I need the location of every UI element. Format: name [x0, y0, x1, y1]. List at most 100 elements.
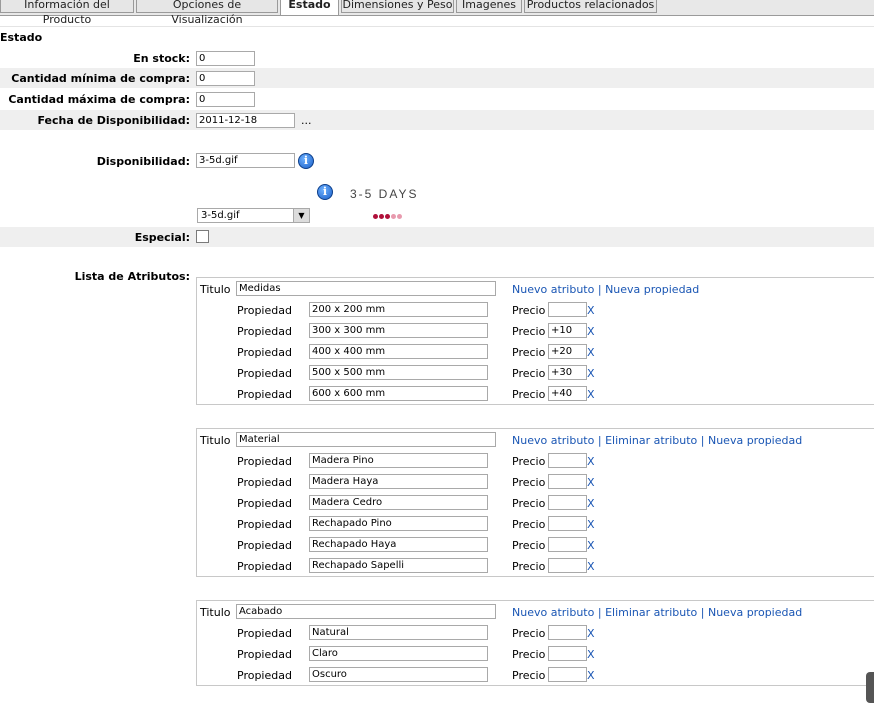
min-purchase-input[interactable]: 0	[196, 71, 255, 86]
delete-property-link[interactable]: X	[587, 627, 595, 640]
property-price-input[interactable]	[548, 558, 587, 573]
delete-attribute-link[interactable]: Eliminar atributo	[605, 434, 697, 447]
delete-property-link[interactable]: X	[587, 497, 595, 510]
delete-property-link[interactable]: X	[587, 648, 595, 661]
availability-select-value: 3-5d.gif	[201, 210, 240, 221]
property-price-input[interactable]: +40	[548, 386, 587, 401]
info-icon[interactable]: i	[298, 153, 314, 169]
tab-opciones-visualizacion[interactable]: Opciones de Visualización	[136, 0, 278, 26]
property-name-input[interactable]: Claro	[309, 646, 488, 661]
delete-property-link[interactable]: X	[587, 539, 595, 552]
attribute-links: Nuevo atributo | Eliminar atributo | Nue…	[512, 606, 802, 619]
attribute-title-label: Titulo	[200, 606, 231, 619]
property-name-input[interactable]: Rechapado Sapelli	[309, 558, 488, 573]
property-name-input[interactable]: 600 x 600 mm	[309, 386, 488, 401]
tab-productos-relacionados[interactable]: Productos relacionados	[524, 0, 657, 13]
delete-property-link[interactable]: X	[587, 476, 595, 489]
property-price-input[interactable]	[548, 625, 587, 640]
price-label: Precio	[512, 476, 546, 489]
property-price-input[interactable]	[548, 516, 587, 531]
property-name-input[interactable]: 200 x 200 mm	[309, 302, 488, 317]
new-attribute-link[interactable]: Nuevo atributo	[512, 283, 594, 296]
delete-property-link[interactable]: X	[587, 669, 595, 682]
delete-property-link[interactable]: X	[587, 325, 595, 338]
attribute-title-label: Titulo	[200, 434, 231, 447]
new-attribute-link[interactable]: Nuevo atributo	[512, 434, 594, 447]
delete-property-link[interactable]: X	[587, 346, 595, 359]
tab-estado[interactable]: Estado	[280, 0, 339, 15]
attribute-links: Nuevo atributo | Eliminar atributo | Nue…	[512, 434, 802, 447]
availability-select[interactable]: 3-5d.gif ▼	[197, 208, 310, 223]
delete-attribute-link[interactable]: Eliminar atributo	[605, 606, 697, 619]
property-price-input[interactable]	[548, 667, 587, 682]
property-label: Propiedad	[237, 539, 292, 552]
date-picker-button[interactable]: ...	[301, 114, 312, 127]
separator: |	[597, 606, 602, 619]
price-label: Precio	[512, 325, 546, 338]
availability-input[interactable]: 3-5d.gif	[196, 153, 295, 168]
property-price-input[interactable]	[548, 495, 587, 510]
delete-property-link[interactable]: X	[587, 367, 595, 380]
delete-property-link[interactable]: X	[587, 455, 595, 468]
property-name-input[interactable]: Madera Haya	[309, 474, 488, 489]
property-name-input[interactable]: Natural	[309, 625, 488, 640]
property-name-input[interactable]: 500 x 500 mm	[309, 365, 488, 380]
special-checkbox[interactable]	[196, 230, 209, 243]
delete-property-link[interactable]: X	[587, 304, 595, 317]
availability-date-label: Fecha de Disponibilidad:	[37, 114, 190, 127]
tab-imagenes[interactable]: Imagenes	[456, 0, 522, 13]
availability-date-input[interactable]: 2011-12-18	[196, 113, 295, 128]
property-label: Propiedad	[237, 304, 292, 317]
property-price-input[interactable]: +10	[548, 323, 587, 338]
property-name-input[interactable]: Rechapado Pino	[309, 516, 488, 531]
property-name-input[interactable]: Madera Cedro	[309, 495, 488, 510]
delete-property-link[interactable]: X	[587, 388, 595, 401]
attribute-title-input[interactable]: Material	[236, 432, 496, 447]
dot-icon	[373, 214, 378, 219]
price-label: Precio	[512, 518, 546, 531]
price-label: Precio	[512, 455, 546, 468]
price-label: Precio	[512, 669, 546, 682]
property-price-input[interactable]	[548, 537, 587, 552]
max-purchase-input[interactable]: 0	[196, 92, 255, 107]
property-price-input[interactable]: +20	[548, 344, 587, 359]
attribute-title-input[interactable]: Medidas	[236, 281, 496, 296]
property-price-input[interactable]	[548, 646, 587, 661]
new-property-link[interactable]: Nueva propiedad	[605, 283, 699, 296]
availability-preview-text: 3-5 DAYS	[350, 187, 419, 201]
property-label: Propiedad	[237, 325, 292, 338]
separator: |	[597, 283, 602, 296]
property-price-input[interactable]	[548, 474, 587, 489]
property-name-input[interactable]: Oscuro	[309, 667, 488, 682]
property-price-input[interactable]	[548, 453, 587, 468]
stock-input[interactable]: 0	[196, 51, 255, 66]
scrollbar-thumb[interactable]	[866, 672, 874, 703]
new-property-link[interactable]: Nueva propiedad	[708, 606, 802, 619]
price-label: Precio	[512, 388, 546, 401]
property-name-input[interactable]: Rechapado Haya	[309, 537, 488, 552]
tab-bar: Información del Producto Opciones de Vis…	[0, 0, 874, 26]
availability-label: Disponibilidad:	[96, 155, 190, 168]
max-purchase-label: Cantidad máxima de compra:	[8, 93, 190, 106]
property-label: Propiedad	[237, 388, 292, 401]
attribute-title-input[interactable]: Acabado	[236, 604, 496, 619]
tab-informacion-producto[interactable]: Información del Producto	[0, 0, 134, 26]
chevron-down-icon[interactable]: ▼	[293, 209, 309, 222]
special-label: Especial:	[134, 231, 190, 244]
delete-property-link[interactable]: X	[587, 560, 595, 573]
min-purchase-row: Cantidad mínima de compra: 0	[0, 68, 874, 88]
property-price-input[interactable]: +30	[548, 365, 587, 380]
new-attribute-link[interactable]: Nuevo atributo	[512, 606, 594, 619]
dot-icon	[385, 214, 390, 219]
property-name-input[interactable]: 400 x 400 mm	[309, 344, 488, 359]
delete-property-link[interactable]: X	[587, 518, 595, 531]
new-property-link[interactable]: Nueva propiedad	[708, 434, 802, 447]
divider	[0, 26, 874, 27]
property-name-input[interactable]: Madera Pino	[309, 453, 488, 468]
property-name-input[interactable]: 300 x 300 mm	[309, 323, 488, 338]
price-label: Precio	[512, 304, 546, 317]
stock-label: En stock:	[133, 52, 190, 65]
property-price-input[interactable]	[548, 302, 587, 317]
tab-dimensiones-peso[interactable]: Dimensiones y Peso	[341, 0, 454, 13]
separator: |	[597, 434, 602, 447]
